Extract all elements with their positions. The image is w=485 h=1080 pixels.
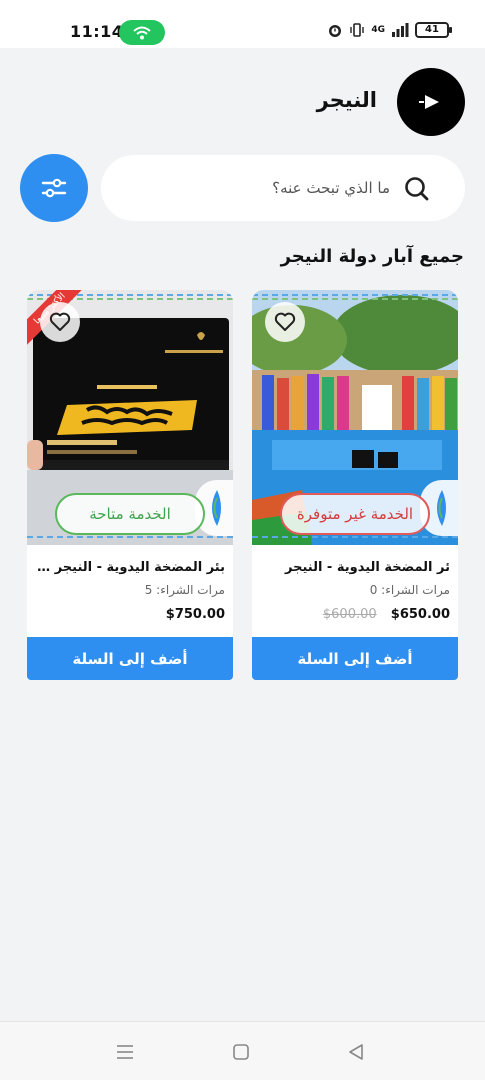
product-card[interactable]: الخدمة غير متوفرة ئر المضخة اليدوية - ال… [252,290,458,680]
add-to-cart-button[interactable]: أضف إلى السلة [27,637,233,680]
favorite-button[interactable] [40,302,80,342]
search-icon[interactable] [403,175,429,201]
system-nav-bar [0,1021,485,1080]
search-bar[interactable] [101,155,465,221]
home-icon[interactable] [230,1042,252,1062]
price-row: $750.00 [35,607,225,622]
product-image[interactable]: الأكثر مبيعا الخدمة متاحة [27,290,233,545]
price: $650.00 [390,607,450,622]
product-name[interactable]: بئر المضخة اليدوية - النيجر مع... [35,560,225,575]
network-label: 4G [371,25,385,35]
play-button[interactable] [397,68,465,136]
status-badge: الخدمة غير متوفرة [280,493,430,535]
back-icon[interactable] [345,1042,367,1062]
battery-icon: 41 [415,22,452,38]
dashed-border [27,536,233,538]
price-row: $650.00 $600.00 [260,607,450,622]
filter-icon [41,178,67,198]
purchase-count: مرات الشراء: 5 [144,583,225,597]
status-icons: 4G 41 [327,22,452,38]
wifi-icon [119,20,165,45]
alarm-icon [329,25,342,37]
vibrate-icon [350,23,365,37]
section-title: جميع آبار دولة النيجر [280,246,464,267]
signal-icon [392,23,409,37]
heart-icon [49,312,71,331]
product-card[interactable]: الأكثر مبيعا الخدمة متاحة بئر المضخة الي… [27,290,233,680]
product-image[interactable]: الخدمة غير متوفرة [252,290,458,545]
menu-icon[interactable] [114,1042,136,1062]
heart-icon [274,312,296,331]
page-title: النيجر [316,88,377,112]
old-price: $600.00 [322,607,377,622]
add-to-cart-button[interactable]: أضف إلى السلة [252,637,458,680]
favorite-button[interactable] [265,302,305,342]
dashed-border [252,294,458,296]
dashed-border [252,536,458,538]
product-name[interactable]: ئر المضخة اليدوية - النيجر [260,560,450,575]
status-time: 11:14 [70,22,124,41]
price: $750.00 [165,607,225,622]
status-badge: الخدمة متاحة [55,493,205,535]
search-input[interactable] [150,173,390,203]
status-bar: 11:14 4G 41 [0,0,485,48]
filter-button[interactable] [20,154,88,222]
purchase-count: مرات الشراء: 0 [369,583,450,597]
play-icon [419,95,439,109]
dashed-border [252,298,458,300]
